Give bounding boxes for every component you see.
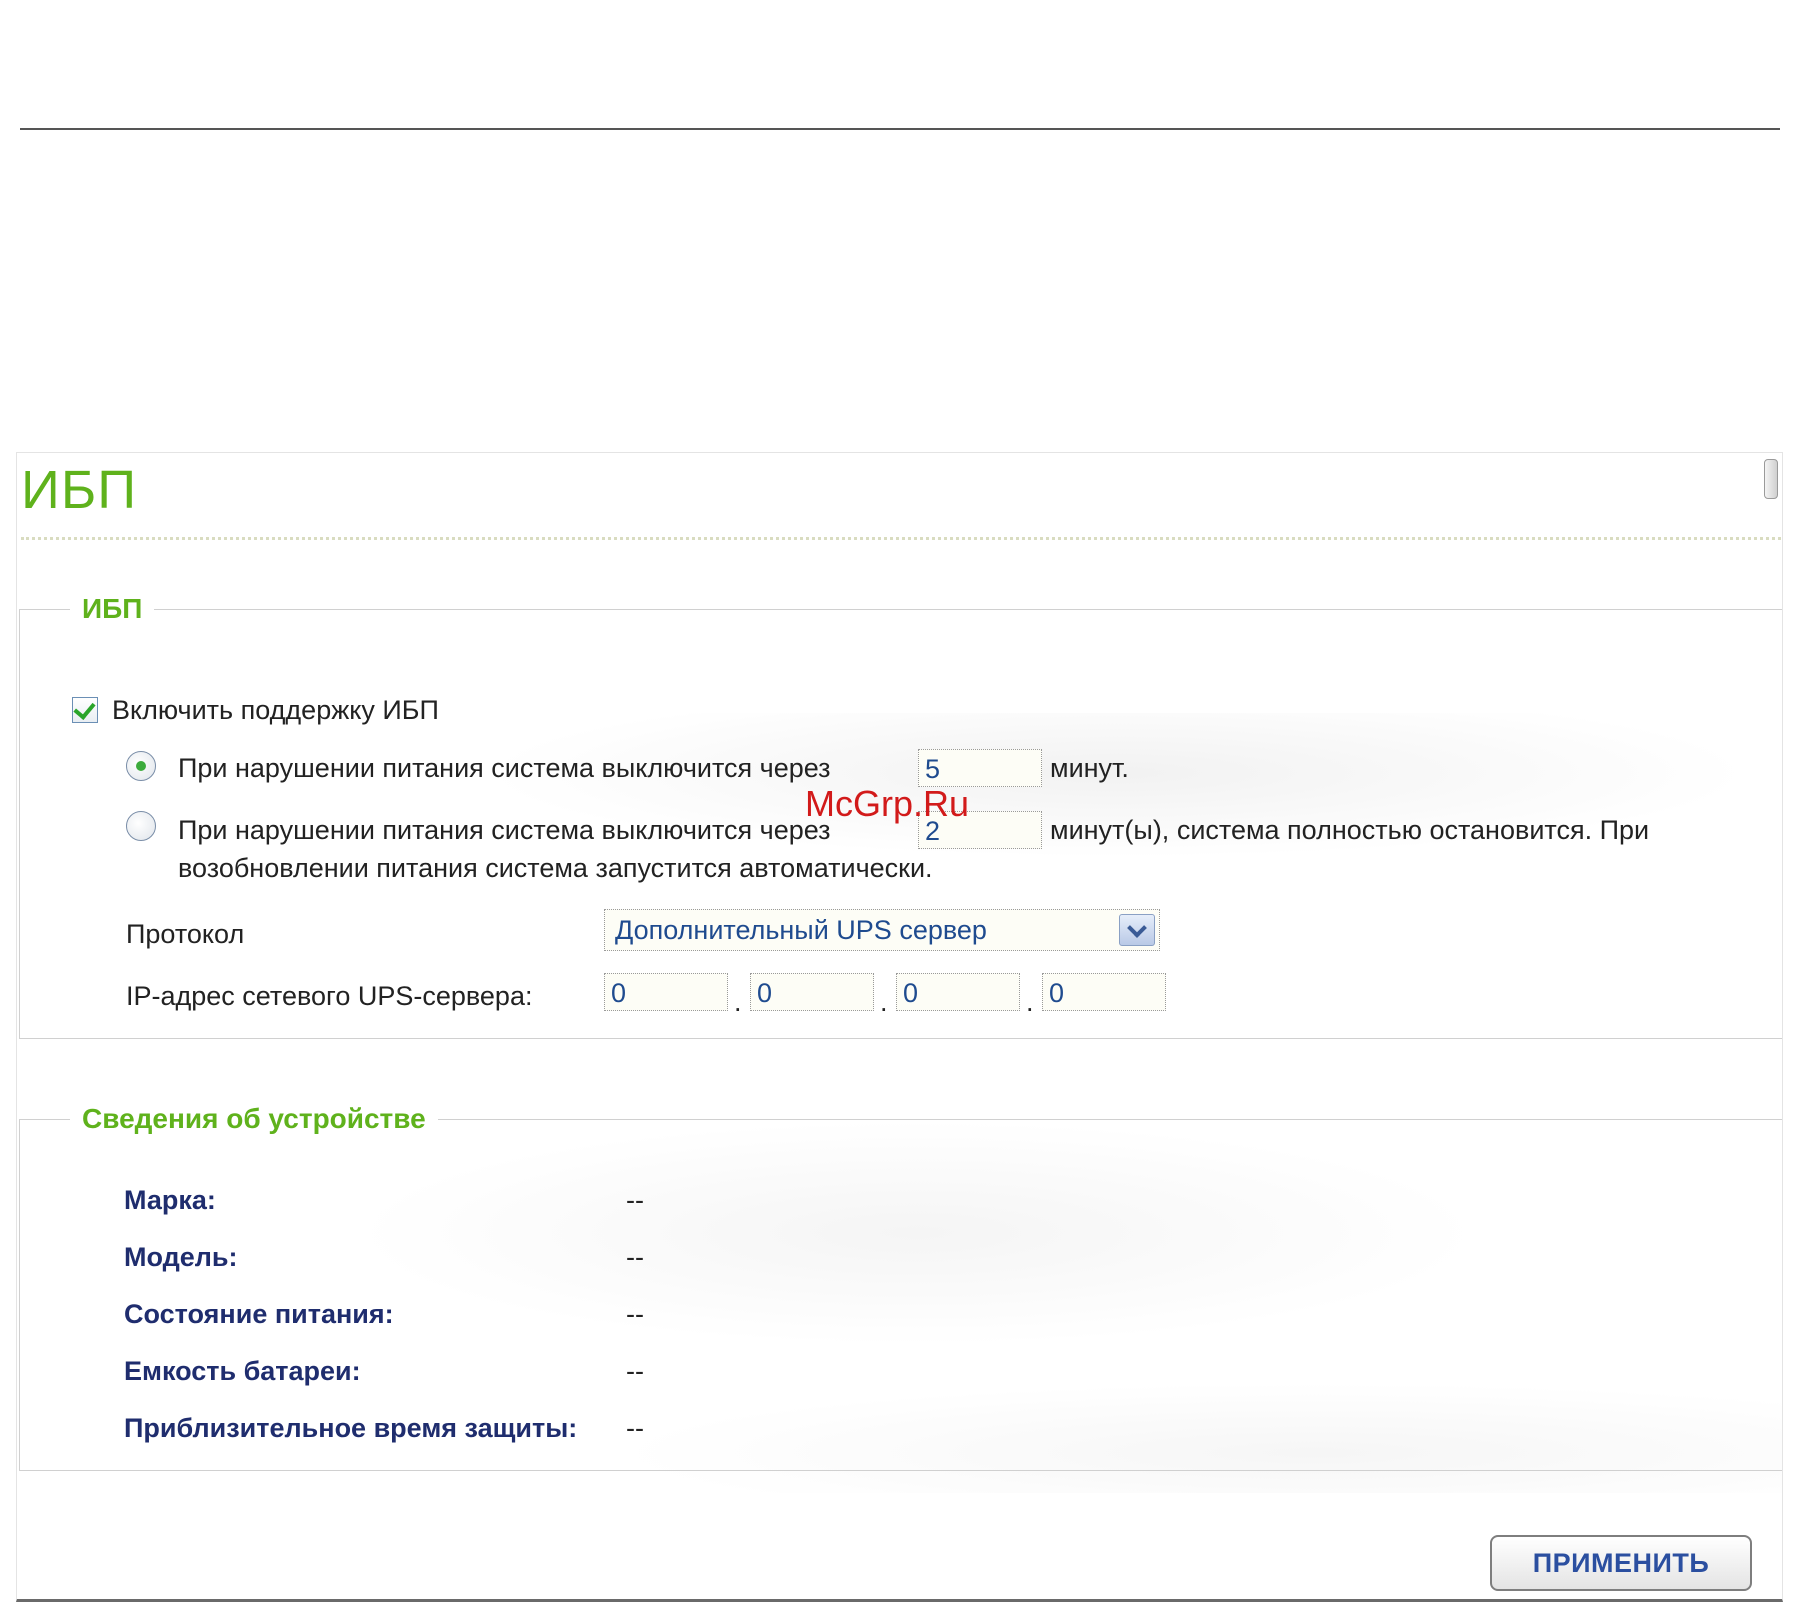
title-dotted-divider bbox=[21, 537, 1781, 540]
info-value-power-state: -- bbox=[626, 1299, 644, 1329]
ip-octet-3-input[interactable]: 0 bbox=[896, 973, 1020, 1011]
ip-separator: . bbox=[734, 987, 742, 1017]
info-value-brand: -- bbox=[626, 1185, 644, 1215]
ip-separator: . bbox=[1026, 987, 1034, 1017]
radio-selected-dot-icon bbox=[136, 761, 146, 771]
ip-separator: . bbox=[880, 987, 888, 1017]
apply-button[interactable]: ПРИМЕНИТЬ bbox=[1490, 1535, 1752, 1591]
device-info-legend: Сведения об устройстве bbox=[82, 1103, 426, 1134]
info-key-power-state: Состояние питания: bbox=[124, 1299, 394, 1329]
info-value-model: -- bbox=[626, 1242, 644, 1272]
halt-label-before: При нарушении питания система выключится… bbox=[178, 815, 831, 845]
info-value-protection-time: -- bbox=[626, 1413, 644, 1443]
scrollbar-thumb[interactable] bbox=[1764, 459, 1778, 499]
protocol-select[interactable]: Дополнительный UPS сервер bbox=[604, 909, 1160, 951]
shutdown-label-after: минут. bbox=[1050, 753, 1129, 783]
chevron-down-icon[interactable] bbox=[1119, 914, 1155, 946]
ip-octet-4-input[interactable]: 0 bbox=[1042, 973, 1166, 1011]
info-key-battery-capacity: Емкость батареи: bbox=[124, 1356, 361, 1386]
info-key-protection-time: Приблизительное время защиты: bbox=[124, 1413, 578, 1443]
ip-label: IP-адрес сетевого UPS-сервера: bbox=[126, 981, 533, 1011]
halt-label-after: минут(ы), система полностью остановится.… bbox=[1050, 815, 1650, 845]
ip-octet-1-input[interactable]: 0 bbox=[604, 973, 728, 1011]
info-value-battery-capacity: -- bbox=[626, 1356, 644, 1386]
ups-legend: ИБП bbox=[82, 593, 143, 624]
top-divider bbox=[20, 128, 1780, 130]
ip-octet-2-input[interactable]: 0 bbox=[750, 973, 874, 1011]
halt-label-line2: возобновлении питания система запустится… bbox=[178, 853, 933, 883]
enable-ups-label: Включить поддержку ИБП bbox=[112, 695, 439, 725]
radio-shutdown[interactable] bbox=[126, 751, 156, 781]
radio-halt[interactable] bbox=[126, 811, 156, 841]
enable-ups-checkbox[interactable] bbox=[72, 697, 98, 723]
protocol-label: Протокол bbox=[126, 919, 245, 949]
checkmark-icon bbox=[73, 697, 96, 720]
info-key-brand: Марка: bbox=[124, 1185, 216, 1215]
shutdown-label-before: При нарушении питания система выключится… bbox=[178, 753, 831, 783]
protocol-selected-value: Дополнительный UPS сервер bbox=[615, 915, 987, 945]
page-title: ИБП bbox=[21, 460, 138, 520]
info-key-model: Модель: bbox=[124, 1242, 238, 1272]
shutdown-minutes-input[interactable]: 5 bbox=[918, 749, 1042, 787]
ups-settings-panel: ИБП ИБП Включить поддержку ИБП При наруш… bbox=[16, 452, 1783, 1602]
device-info-fieldset: Сведения об устройстве Марка: -- Модель:… bbox=[19, 1103, 1782, 1471]
watermark-text: McGrp.Ru bbox=[805, 783, 970, 824]
